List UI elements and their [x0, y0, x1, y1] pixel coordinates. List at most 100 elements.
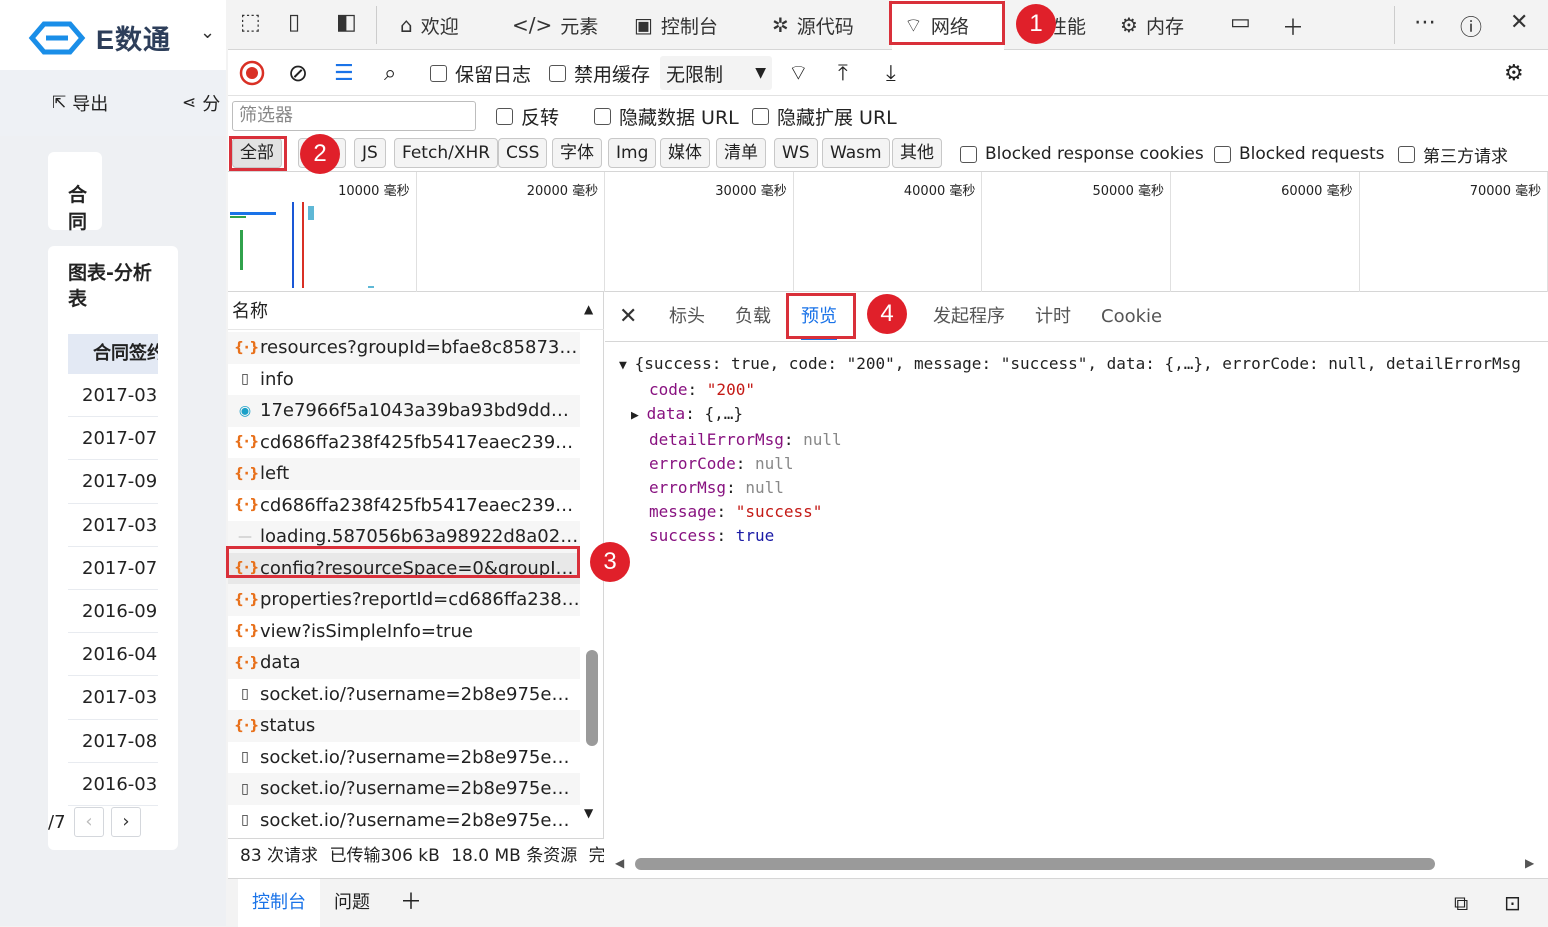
- tab-elements[interactable]: </> 元素: [512, 0, 598, 50]
- export-button[interactable]: ⇱ 导出: [52, 90, 108, 116]
- request-row[interactable]: ▯ socket.io/?username=2b8e975ee4704...: [228, 679, 580, 711]
- tab-cookie[interactable]: Cookie: [1101, 292, 1162, 342]
- request-row[interactable]: {·} left: [228, 458, 580, 490]
- blocked-requests-checkbox[interactable]: Blocked requests: [1214, 136, 1385, 172]
- add-tab-icon[interactable]: ＋: [1282, 10, 1304, 42]
- type-filter-font[interactable]: 字体: [552, 138, 602, 168]
- request-name: view?isSimpleInfo=true: [260, 620, 473, 642]
- network-conditions-button[interactable]: ⌔: [788, 50, 809, 96]
- table-row: 2017-07-: [68, 547, 158, 590]
- pager-next-button[interactable]: ›: [111, 807, 141, 837]
- json-summary-row[interactable]: ▼ {success: true, code: "200", message: …: [619, 352, 1521, 378]
- share-button[interactable]: ⋖ 分: [182, 90, 220, 116]
- dock-drawer-icon[interactable]: ⧉: [1454, 879, 1468, 927]
- third-party-checkbox[interactable]: 第三方请求: [1398, 136, 1508, 172]
- request-row[interactable]: ◉ 17e7966f5a1043a39ba93bd9dd00213...: [228, 395, 580, 427]
- import-har-button[interactable]: ⤒: [838, 50, 848, 96]
- type-filter-wasm[interactable]: Wasm: [822, 138, 890, 168]
- pager-prev-button[interactable]: ‹: [74, 807, 104, 837]
- request-row[interactable]: {·}cd686ffa238f425fb5417eaec2390006?...: [228, 490, 580, 522]
- add-drawer-tab-icon[interactable]: ＋: [400, 879, 422, 927]
- scroll-up-icon[interactable]: ▲: [584, 302, 593, 316]
- type-filter-js[interactable]: JS: [354, 138, 386, 168]
- network-settings-button[interactable]: ⚙: [1504, 50, 1524, 96]
- request-row[interactable]: {·} cd686ffa238f425fb5417eaec2390006: [228, 427, 580, 459]
- chevron-down-icon[interactable]: ⌄: [200, 22, 215, 43]
- json-key: errorMsg: [649, 478, 727, 497]
- step-badge-3: 3: [590, 542, 630, 582]
- tab-headers[interactable]: 标头: [669, 292, 705, 342]
- search-button[interactable]: ⌕: [384, 50, 396, 96]
- request-row[interactable]: {·} status: [228, 710, 580, 742]
- inspect-element-icon[interactable]: ⬚: [240, 10, 261, 35]
- tab-payload[interactable]: 负载: [735, 292, 771, 342]
- help-icon[interactable]: ⓘ: [1460, 10, 1482, 42]
- contract-card-title: 合同: [68, 184, 88, 233]
- request-row[interactable]: {·}resources?groupId=bfae8c858734448...: [228, 332, 580, 364]
- chip-icon: ⚙: [1120, 13, 1138, 37]
- tab-console[interactable]: ▣ 控制台: [634, 0, 718, 50]
- request-row[interactable]: ▯ info: [228, 364, 580, 396]
- contract-card[interactable]: 合同: [48, 152, 102, 233]
- throttle-select[interactable]: 无限制 ▼: [660, 56, 772, 90]
- request-row[interactable]: {·} view?isSimpleInfo=true: [228, 616, 580, 648]
- scroll-down-icon[interactable]: ▼: [584, 806, 593, 820]
- json-key: success: [649, 526, 717, 545]
- request-row[interactable]: {·}properties?reportId=cd686ffa238f425..…: [228, 584, 580, 616]
- type-filter-media[interactable]: 媒体: [660, 138, 710, 168]
- json-row-success: success: true: [649, 526, 775, 545]
- more-options-icon[interactable]: ⋯: [1414, 10, 1436, 35]
- invert-checkbox[interactable]: 反转: [496, 96, 559, 136]
- blocked-cookies-checkbox[interactable]: Blocked response cookies: [960, 136, 1204, 172]
- date-table: 合同签约 2017-03- 2017-07- 2017-09- 2017-03- 201…: [68, 334, 158, 806]
- horizontal-scrollbar-thumb[interactable]: [635, 858, 1435, 870]
- app-logo[interactable]: E数通: [26, 18, 171, 57]
- application-tab-icon[interactable]: ▭: [1230, 10, 1251, 35]
- hide-data-urls-checkbox[interactable]: 隐藏数据 URL: [594, 96, 739, 136]
- request-row[interactable]: {·} data: [228, 647, 580, 679]
- record-button[interactable]: [238, 50, 266, 96]
- type-filter-other[interactable]: 其他: [892, 138, 942, 168]
- scroll-right-icon[interactable]: ▶: [1525, 856, 1534, 870]
- type-filter-css[interactable]: CSS: [498, 138, 548, 168]
- dock-side-icon[interactable]: ◧: [336, 10, 357, 35]
- tab-memory[interactable]: ⚙ 内存: [1120, 0, 1184, 50]
- filter-toggle-button[interactable]: ☰: [334, 50, 354, 96]
- type-filter-ws[interactable]: WS: [774, 138, 818, 168]
- tab-sources[interactable]: ✲ 源代码: [772, 0, 854, 50]
- request-row[interactable]: ▯ socket.io/?username=2b8e975ee4704...: [228, 773, 580, 805]
- scroll-left-icon[interactable]: ◀: [615, 856, 624, 870]
- disable-cache-checkbox[interactable]: 禁用缓存: [549, 50, 650, 96]
- timeline-bars: [230, 202, 374, 288]
- checkbox-icon: [960, 145, 977, 163]
- tab-welcome[interactable]: ⌂ 欢迎: [400, 0, 459, 50]
- close-detail-icon[interactable]: ✕: [619, 292, 637, 342]
- close-icon[interactable]: ✕: [1510, 10, 1528, 35]
- type-filter-bar: 全部 文档 JS Fetch/XHR CSS 字体 Img 媒体 清单 WS W…: [228, 136, 1548, 172]
- json-row-data[interactable]: ▶ data: {,…}: [619, 402, 1521, 428]
- type-filter-manifest[interactable]: 清单: [716, 138, 766, 168]
- tab-initiator[interactable]: 发起程序: [933, 292, 1005, 342]
- screencast-icon[interactable]: ⊡: [1504, 879, 1521, 927]
- json-key: code: [649, 380, 688, 399]
- tab-timing[interactable]: 计时: [1035, 292, 1071, 342]
- request-list-header[interactable]: 名称: [228, 292, 604, 330]
- collapse-triangle-icon[interactable]: ▶: [631, 408, 647, 423]
- type-filter-img[interactable]: Img: [608, 138, 657, 168]
- drawer-tab-issues[interactable]: 问题: [334, 879, 370, 927]
- json-row-detail: detailErrorMsg: null: [649, 430, 842, 449]
- expand-triangle-icon[interactable]: ▼: [619, 358, 635, 373]
- scrollbar-thumb[interactable]: [586, 650, 598, 746]
- export-har-button[interactable]: ⤓: [886, 50, 896, 96]
- request-row[interactable]: ▯ socket.io/?username=2b8e975ee4704...: [228, 742, 580, 774]
- request-row[interactable]: ▯ socket.io/?username=2b8e975ee4704...: [228, 805, 580, 837]
- preserve-log-checkbox[interactable]: 保留日志: [430, 50, 531, 96]
- hide-ext-urls-checkbox[interactable]: 隐藏扩展 URL: [752, 96, 897, 136]
- clear-button[interactable]: ⊘: [288, 50, 308, 96]
- xhr-icon: {·}: [234, 591, 260, 608]
- drawer-tab-console[interactable]: 控制台: [238, 879, 320, 927]
- device-emulation-icon[interactable]: ▯: [288, 10, 300, 35]
- type-filter-fetch-xhr[interactable]: Fetch/XHR: [394, 138, 499, 168]
- network-overview-timeline[interactable]: 10000 毫秒 20000 毫秒 30000 毫秒 40000 毫秒 50000 毫秒…: [228, 172, 1548, 292]
- filter-input[interactable]: 筛选器: [232, 101, 476, 131]
